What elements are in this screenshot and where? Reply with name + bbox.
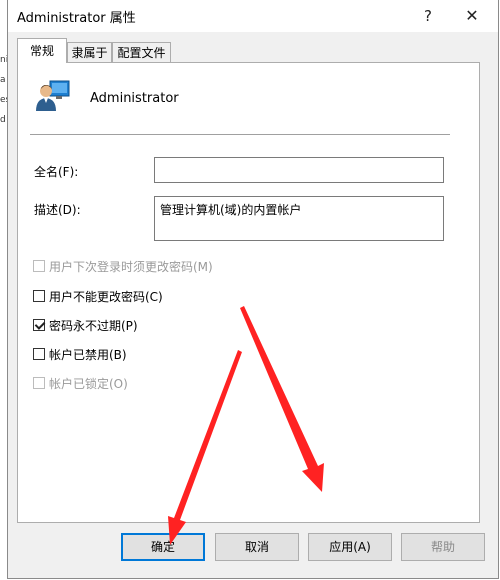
background-text-fragment: a (0, 75, 6, 85)
user-name: Administrator (90, 91, 179, 106)
checkbox-box-checked[interactable] (33, 319, 45, 331)
help-button[interactable]: 帮助 (401, 533, 485, 561)
fullname-input[interactable] (154, 157, 444, 183)
checkbox-label: 用户下次登录时须更改密码(M) (49, 260, 213, 274)
checkbox-label: 密码永不过期(P) (49, 319, 138, 333)
description-label: 描述(D): (34, 203, 81, 217)
title-bar[interactable]: Administrator 属性 ? ✕ (8, 0, 498, 32)
checkbox-box[interactable] (33, 290, 45, 302)
description-input[interactable]: 管理计算机(域)的内置帐户 (154, 196, 444, 241)
divider (30, 134, 450, 135)
close-icon[interactable]: ✕ (454, 4, 490, 28)
ok-button[interactable]: 确定 (121, 533, 205, 561)
apply-button[interactable]: 应用(A) (308, 533, 392, 561)
checkbox-label: 帐户已禁用(B) (49, 348, 127, 362)
checkbox-label: 用户不能更改密码(C) (49, 290, 163, 304)
general-tab-panel: Administrator 全名(F): 描述(D): 管理计算机(域)的内置帐… (17, 62, 480, 523)
checkbox-box[interactable] (33, 377, 45, 389)
checkbox-box[interactable] (33, 260, 45, 272)
tab-general[interactable]: 常规 (17, 38, 67, 63)
background-text-fragment: d (0, 115, 6, 125)
tab-member-of[interactable]: 隶属于 (67, 42, 112, 62)
checkbox-box[interactable] (33, 348, 45, 360)
checkbox-label: 帐户已锁定(O) (49, 377, 128, 391)
cancel-button[interactable]: 取消 (215, 533, 299, 561)
dialog-title: Administrator 属性 (17, 11, 136, 26)
fullname-label: 全名(F): (34, 165, 79, 179)
user-icon (36, 80, 70, 111)
tab-profile[interactable]: 配置文件 (112, 42, 171, 62)
help-icon[interactable]: ? (410, 4, 446, 28)
properties-dialog: Administrator 属性 ? ✕ 常规 隶属于 配置文件 Adminis… (7, 0, 499, 579)
